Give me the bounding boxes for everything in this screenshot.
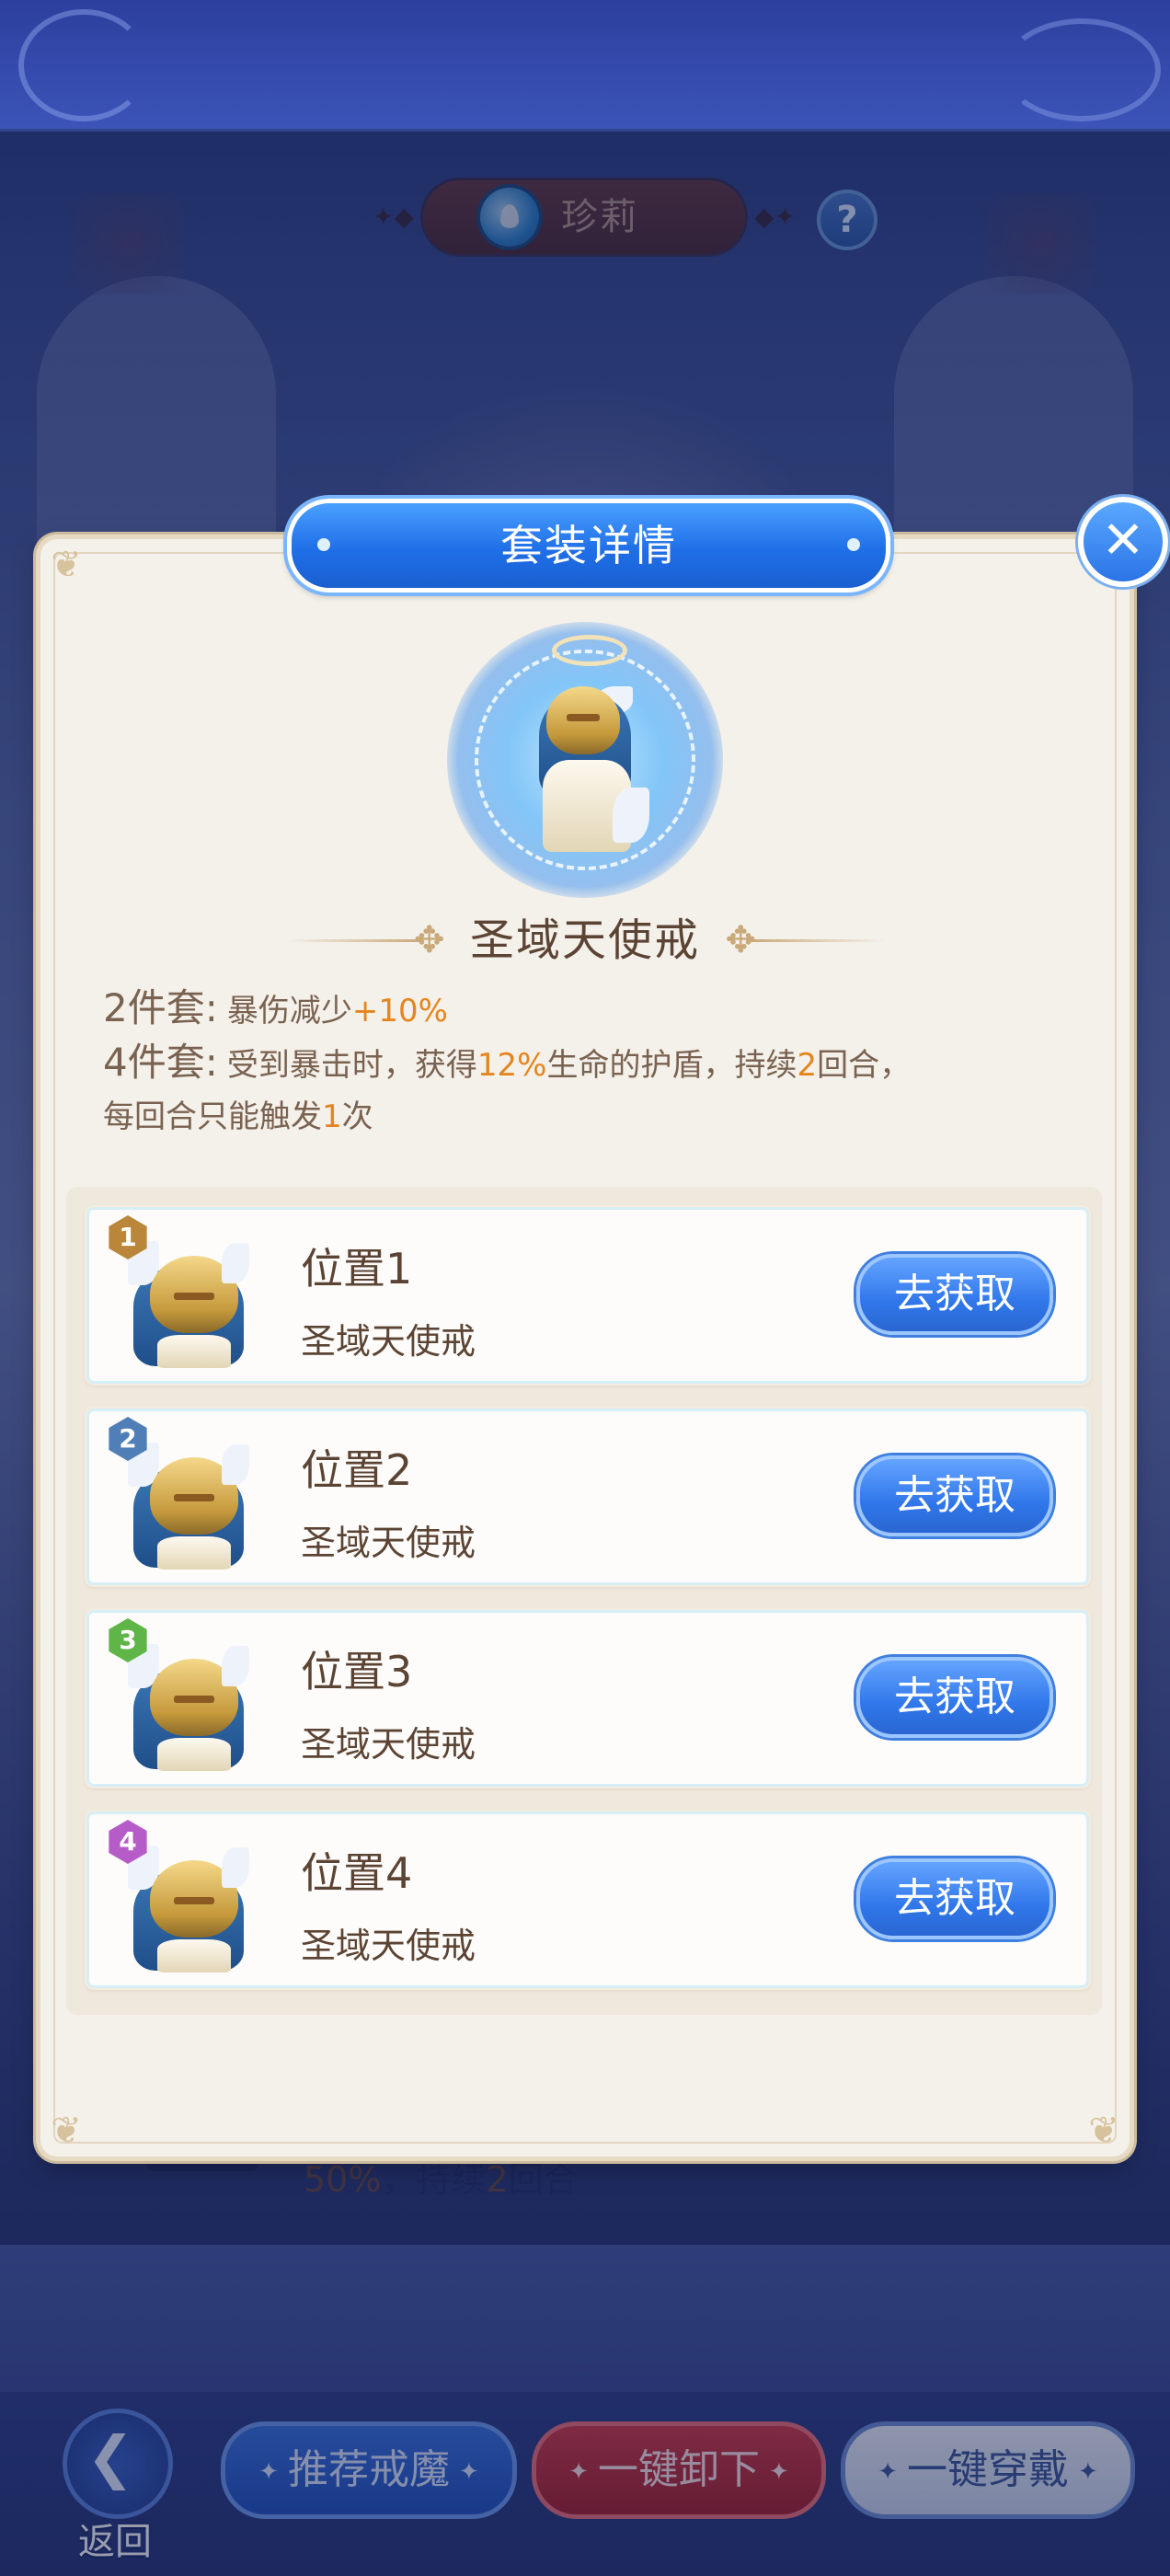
set-effect-line: 2件套: 暴伤减少+10% bbox=[103, 983, 1078, 1037]
slot-row-3: 3 位置3 圣域天使戒 去获取 bbox=[86, 1610, 1089, 1787]
slot-title: 位置2 bbox=[301, 1445, 413, 1495]
slot-item-name: 圣域天使戒 bbox=[301, 1523, 476, 1563]
effect-value: 2 bbox=[797, 1047, 818, 1084]
slot-item-name: 圣域天使戒 bbox=[301, 1926, 476, 1966]
set-effect-key: 2件套: bbox=[103, 985, 218, 1030]
slot-row-4: 4 位置4 圣域天使戒 去获取 bbox=[86, 1811, 1089, 1988]
slot-item-name: 圣域天使戒 bbox=[301, 1321, 476, 1362]
set-emblem-image bbox=[447, 622, 723, 898]
slot-row-2: 2 位置2 圣域天使戒 去获取 bbox=[86, 1409, 1089, 1585]
effect-value: 1 bbox=[322, 1098, 342, 1135]
set-effect-line: 4件套: 受到暴击时，获得12%生命的护盾，持续2回合， bbox=[103, 1037, 1078, 1091]
set-effects: 2件套: 暴伤减少+10% 4件套: 受到暴击时，获得12%生命的护盾，持续2回合，每… bbox=[103, 983, 1078, 1143]
corner-ornament-icon: ❦ bbox=[1088, 2110, 1119, 2152]
slot-row-1: 1 位置1 圣域天使戒 去获取 bbox=[86, 1207, 1089, 1384]
slot-title: 位置3 bbox=[301, 1647, 413, 1696]
equipment-portrait bbox=[126, 1635, 255, 1773]
equipment-portrait bbox=[126, 1232, 255, 1370]
divider-line bbox=[747, 939, 885, 942]
swirl-ornament-left bbox=[18, 9, 149, 121]
angel-figure bbox=[530, 659, 649, 880]
set-effect-key: 4件套: bbox=[103, 1040, 218, 1085]
effect-text: 暴伤减少 bbox=[226, 993, 352, 1029]
set-name-header: ✥ 圣域天使戒 ✥ bbox=[258, 911, 912, 970]
title-dot-icon bbox=[847, 538, 860, 551]
go-obtain-button[interactable]: 去获取 bbox=[856, 1254, 1053, 1335]
effect-text: 次 bbox=[341, 1098, 373, 1135]
slot-title: 位置1 bbox=[301, 1244, 413, 1294]
effect-value: 12% bbox=[476, 1047, 547, 1084]
go-obtain-button[interactable]: 去获取 bbox=[856, 1657, 1053, 1738]
effect-text: 每回合只能触发 bbox=[103, 1098, 322, 1135]
corner-ornament-icon: ❦ bbox=[51, 2110, 82, 2152]
corner-ornament-icon: ❦ bbox=[51, 544, 82, 586]
equipment-portrait bbox=[126, 1433, 255, 1571]
go-obtain-button[interactable]: 去获取 bbox=[856, 1858, 1053, 1939]
effect-text: 受到暴击时，获得 bbox=[226, 1047, 477, 1084]
slot-item-name: 圣域天使戒 bbox=[301, 1724, 476, 1765]
effect-value: +10% bbox=[351, 993, 448, 1029]
close-icon[interactable]: ✕ bbox=[1078, 497, 1168, 587]
effect-text: 回合， bbox=[817, 1047, 912, 1084]
top-bar bbox=[0, 0, 1170, 132]
equipment-portrait bbox=[126, 1836, 255, 1974]
go-obtain-button[interactable]: 去获取 bbox=[856, 1455, 1053, 1536]
swirl-ornament-right bbox=[1003, 18, 1161, 121]
title-dot-icon bbox=[317, 538, 330, 551]
modal-title: 套装详情 bbox=[287, 499, 890, 592]
effect-text: 生命的护盾，持续 bbox=[546, 1047, 797, 1084]
set-effect-line: 每回合只能触发1次 bbox=[103, 1091, 1078, 1143]
slot-title: 位置4 bbox=[301, 1848, 413, 1898]
